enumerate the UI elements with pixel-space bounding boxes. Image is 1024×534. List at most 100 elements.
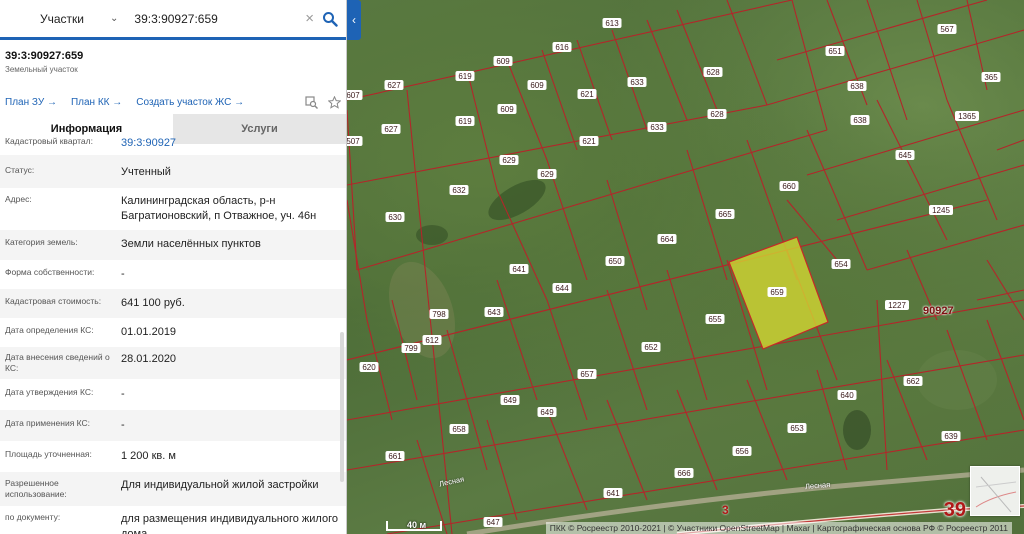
plan-kk-link[interactable]: План КК → <box>71 97 122 108</box>
row-label: Разрешенное использование: <box>5 478 67 499</box>
zoom-to-parcel-icon[interactable] <box>305 95 318 109</box>
parcel-label[interactable]: 643 <box>487 308 501 317</box>
parcel-type: Земельный участок <box>5 65 78 74</box>
row-cadastral-value: Кадастровая стоимость: 641 100 руб. <box>0 289 346 318</box>
parcel-boundaries <box>347 0 1024 534</box>
row-permitted-use: Разрешенное использование: Для индивидуа… <box>0 472 346 506</box>
parcel-label[interactable]: 628 <box>706 68 720 77</box>
parcel-label[interactable]: 1227 <box>888 301 906 310</box>
parcel-id: 39:3:90927:659 <box>5 50 84 62</box>
row-label: Кадастровая стоимость: <box>5 296 102 306</box>
parcel-label[interactable]: 645 <box>898 151 912 160</box>
parcel-label[interactable]: 627 <box>387 81 401 90</box>
attribute-table: Кадастровый квартал: 39:3:90927 Статус: … <box>0 136 346 534</box>
parcel-label[interactable]: 662 <box>906 377 920 386</box>
row-label: Площадь уточненная: <box>5 449 92 459</box>
parcel-label[interactable]: 657 <box>580 370 594 379</box>
parcel-label[interactable]: 621 <box>582 137 596 146</box>
parcel-label[interactable]: 798 <box>432 310 446 319</box>
parcel-label[interactable]: 641 <box>606 489 620 498</box>
parcel-label[interactable]: 613 <box>605 19 619 28</box>
parcel-label[interactable]: 640 <box>840 391 854 400</box>
parcel-label[interactable]: 656 <box>735 447 749 456</box>
parcel-label[interactable]: 629 <box>540 170 554 179</box>
search-icon[interactable] <box>322 11 338 27</box>
map-view[interactable]: 567 613 616 651 609 609 619 627 628 633 365 638 607 6… <box>347 0 1024 534</box>
parcel-label[interactable]: 650 <box>608 257 622 266</box>
parcel-label[interactable]: 632 <box>452 186 466 195</box>
parcel-label[interactable]: 609 <box>530 81 544 90</box>
search-input[interactable] <box>128 11 306 26</box>
parcel-label[interactable]: 647 <box>486 518 500 527</box>
chevron-down-icon[interactable]: ⌄ <box>110 13 118 24</box>
row-value: - <box>121 268 125 280</box>
road-number-small: 3 <box>722 503 729 517</box>
row-value: 28.01.2020 <box>121 353 177 365</box>
parcel-label[interactable]: 567 <box>940 25 954 34</box>
parcel-label[interactable]: 799 <box>404 344 418 353</box>
parcel-label[interactable]: 659 <box>770 288 784 297</box>
parcel-label[interactable]: 658 <box>452 425 466 434</box>
star-icon[interactable] <box>328 95 341 109</box>
minimap[interactable] <box>970 466 1020 516</box>
parcel-label[interactable]: 644 <box>555 284 569 293</box>
parcel-layer[interactable]: 567 613 616 651 609 609 619 627 628 633 365 638 607 6… <box>347 0 1024 534</box>
parcel-label[interactable]: 651 <box>828 47 842 56</box>
parcel-label[interactable]: 627 <box>384 125 398 134</box>
parcel-label[interactable]: 621 <box>580 90 594 99</box>
row-label: Форма собственности: <box>5 267 95 277</box>
parcel-label[interactable]: 607 <box>347 91 360 100</box>
quarter-label: 90927 <box>923 305 954 317</box>
parcel-label[interactable]: 616 <box>555 43 569 52</box>
parcel-label[interactable]: 639 <box>944 432 958 441</box>
parcel-label[interactable]: 628 <box>710 110 724 119</box>
search-type-select[interactable]: Участки <box>8 12 110 26</box>
row-label: Дата утверждения КС: <box>5 387 94 397</box>
parcel-label[interactable]: 638 <box>853 116 867 125</box>
row-approval-date: Дата утверждения КС: - <box>0 379 346 410</box>
parcel-label[interactable]: 664 <box>660 235 674 244</box>
row-value: Для индивидуальной жилой застройки <box>121 479 319 491</box>
parcel-label[interactable]: 620 <box>362 363 376 372</box>
parcel-label[interactable]: 665 <box>718 210 732 219</box>
parcel-label[interactable]: 1365 <box>958 112 976 121</box>
quarter-link[interactable]: 39:3:90927 <box>121 136 341 151</box>
parcel-label[interactable]: 661 <box>388 452 402 461</box>
scrollbar[interactable] <box>340 332 344 482</box>
row-category: Категория земель: Земли населённых пункт… <box>0 230 346 260</box>
parcel-label[interactable]: 619 <box>458 72 472 81</box>
create-parcel-link[interactable]: Создать участок ЖС → <box>136 97 244 108</box>
parcel-label[interactable]: 655 <box>708 315 722 324</box>
clear-icon[interactable]: × <box>305 10 314 27</box>
parcel-label[interactable]: 630 <box>388 213 402 222</box>
parcel-label[interactable]: 1245 <box>932 206 950 215</box>
parcel-label[interactable]: 638 <box>850 82 864 91</box>
plan-zu-link[interactable]: План ЗУ → <box>5 97 57 108</box>
parcel-label[interactable]: 365 <box>984 73 998 82</box>
parcel-label[interactable]: 649 <box>503 396 517 405</box>
row-apply-date: Дата применения КС: - <box>0 410 346 441</box>
parcel-label[interactable]: 612 <box>425 336 439 345</box>
parcel-label[interactable]: 609 <box>500 105 514 114</box>
parcel-labels: 567 613 616 651 609 609 619 627 628 633 365 638 607 6… <box>347 18 1001 527</box>
row-value: - <box>121 388 125 400</box>
parcel-label[interactable]: 649 <box>540 408 554 417</box>
info-panel: Участки ⌄ × 39:3:90927:659 Земельный уча… <box>0 0 347 534</box>
collapse-panel-button[interactable]: ‹ <box>347 0 361 40</box>
parcel-label[interactable]: 629 <box>502 156 516 165</box>
parcel-label[interactable]: 660 <box>782 182 796 191</box>
row-value: для размещения индивидуального жилого до… <box>121 513 338 534</box>
parcel-label[interactable]: 654 <box>834 260 848 269</box>
parcel-label[interactable]: 633 <box>630 78 644 87</box>
row-label: Статус: <box>5 165 35 175</box>
parcel-label[interactable]: 641 <box>512 265 526 274</box>
parcel-label[interactable]: 653 <box>790 424 804 433</box>
parcel-label[interactable]: 619 <box>458 117 472 126</box>
parcel-label[interactable]: 633 <box>650 123 664 132</box>
parcel-label[interactable]: 652 <box>644 343 658 352</box>
parcel-label[interactable]: 507 <box>347 137 360 146</box>
parcel-label[interactable]: 666 <box>677 469 691 478</box>
parcel-label[interactable]: 609 <box>496 57 510 66</box>
row-status: Статус: Учтенный <box>0 155 346 188</box>
row-label: Адрес: <box>5 194 32 204</box>
